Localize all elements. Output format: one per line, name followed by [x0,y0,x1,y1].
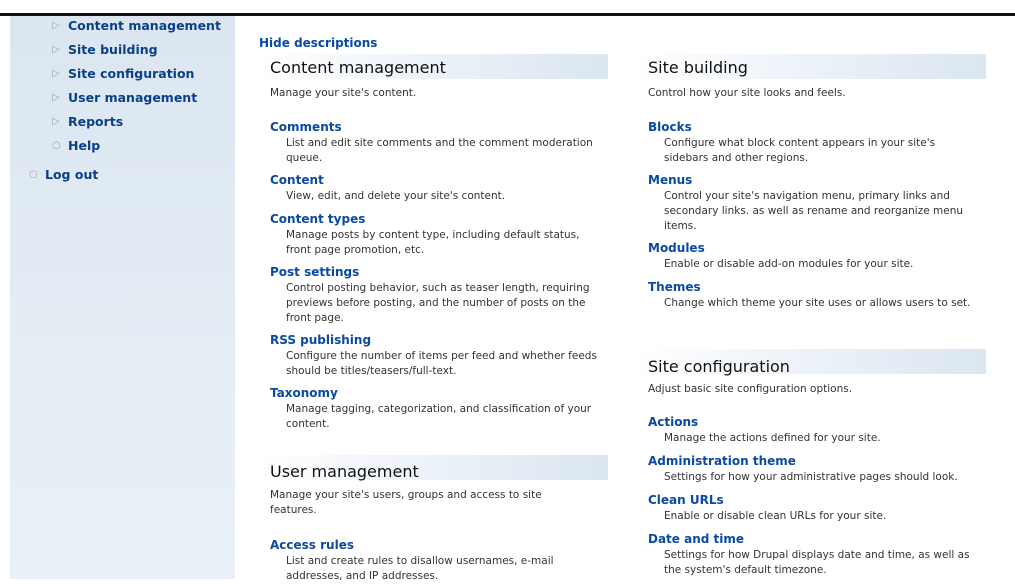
post-settings-link[interactable]: Post settings [270,265,600,280]
item-description: Control posting behavior, such as teaser… [286,282,590,324]
item-description: Settings for how Drupal displays date an… [664,549,970,576]
panel-description: Manage your site's users, groups and acc… [270,489,542,516]
blocks-link[interactable]: Blocks [648,120,978,135]
access-rules-link[interactable]: Access rules [270,538,600,553]
item-description: Change which theme your site uses or all… [664,297,971,309]
panel-description: Manage your site's content. [270,87,417,99]
item-description: List and edit site comments and the comm… [286,137,593,164]
panel-title: Content management [270,58,446,77]
panel-description: Adjust basic site configuration options. [648,383,853,395]
item-description: Control your site's navigation menu, pri… [664,190,964,232]
sidebar-item-user-management[interactable]: ▷ User management [52,90,197,105]
sidebar-item-site-configuration[interactable]: ▷ Site configuration [52,66,194,81]
panel-title: User management [270,462,419,481]
sidebar-item-label: User management [68,90,198,105]
item-description: Manage posts by content type, including … [286,229,580,256]
panel-site-configuration: Site configuration Adjust basic site con… [636,349,986,579]
actions-link[interactable]: Actions [648,415,978,430]
sidebar-item-site-building[interactable]: ▷ Site building [52,42,158,57]
item-description: Manage tagging, categorization, and clas… [286,403,592,430]
sidebar-item-label: Content management [68,18,221,33]
triangle-bullet-icon: ▷ [52,116,60,127]
menus-link[interactable]: Menus [648,173,978,188]
admin-item-date-and-time: Date and time Settings for how Drupal di… [648,532,978,578]
item-description: Configure the number of items per feed a… [286,350,597,377]
sidebar-item-label: Site configuration [68,66,195,81]
triangle-bullet-icon: ▷ [52,92,60,103]
item-description: Configure what block content appears in … [664,137,936,164]
panel-user-management: User management Manage your site's users… [258,455,608,582]
sidebar-item-logout[interactable]: ○ Log out [29,167,98,182]
sidebar-item-label: Help [68,138,101,153]
panel-site-building: Site building Control how your site look… [636,54,986,334]
content-link[interactable]: Content [270,173,600,188]
hide-descriptions-link[interactable]: Hide descriptions [259,36,377,50]
date-and-time-link[interactable]: Date and time [648,532,978,547]
admin-item-modules: Modules Enable or disable add-on modules… [648,241,978,272]
sidebar-item-label: Site building [68,42,158,57]
sidebar-item-label: Log out [45,167,99,182]
administration-theme-link[interactable]: Administration theme [648,454,978,469]
admin-item-access-rules: Access rules List and create rules to di… [270,538,600,584]
sidebar-item-label: Reports [68,114,124,129]
admin-item-rss-publishing: RSS publishing Configure the number of i… [270,333,600,379]
admin-item-post-settings: Post settings Control posting behavior, … [270,265,600,326]
sidebar-item-reports[interactable]: ▷ Reports [52,114,123,129]
modules-link[interactable]: Modules [648,241,978,256]
admin-item-blocks: Blocks Configure what block content appe… [648,120,978,166]
admin-item-taxonomy: Taxonomy Manage tagging, categorization,… [270,386,600,432]
themes-link[interactable]: Themes [648,280,978,295]
circle-bullet-icon: ○ [52,140,61,151]
admin-item-actions: Actions Manage the actions defined for y… [648,415,978,446]
item-description: List and create rules to disallow userna… [286,555,554,582]
rss-publishing-link[interactable]: RSS publishing [270,333,600,348]
admin-item-comments: Comments List and edit site comments and… [270,120,600,166]
admin-item-themes: Themes Change which theme your site uses… [648,280,978,311]
item-description: Enable or disable clean URLs for your si… [664,510,887,522]
sidebar-item-content-management[interactable]: ▷ Content management [52,18,221,33]
triangle-bullet-icon: ▷ [52,20,60,31]
item-description: Enable or disable add-on modules for you… [664,258,914,270]
admin-item-administration-theme: Administration theme Settings for how yo… [648,454,978,485]
comments-link[interactable]: Comments [270,120,600,135]
panel-description: Control how your site looks and feels. [648,87,846,99]
item-description: Settings for how your administrative pag… [664,471,958,483]
admin-item-content-types: Content types Manage posts by content ty… [270,212,600,258]
panel-title: Site building [648,58,748,77]
panel-content-management: Content management Manage your site's co… [258,54,608,454]
item-description: View, edit, and delete your site's conte… [286,190,506,202]
clean-urls-link[interactable]: Clean URLs [648,493,978,508]
panel-title: Site configuration [648,357,790,376]
sidebar-item-help[interactable]: ○ Help [52,138,100,153]
admin-item-menus: Menus Control your site's navigation men… [648,173,978,234]
admin-item-clean-urls: Clean URLs Enable or disable clean URLs … [648,493,978,524]
taxonomy-link[interactable]: Taxonomy [270,386,600,401]
admin-item-content: Content View, edit, and delete your site… [270,173,600,204]
item-description: Manage the actions defined for your site… [664,432,881,444]
triangle-bullet-icon: ▷ [52,44,60,55]
content-types-link[interactable]: Content types [270,212,600,227]
triangle-bullet-icon: ▷ [52,68,60,79]
circle-bullet-icon: ○ [29,169,38,180]
